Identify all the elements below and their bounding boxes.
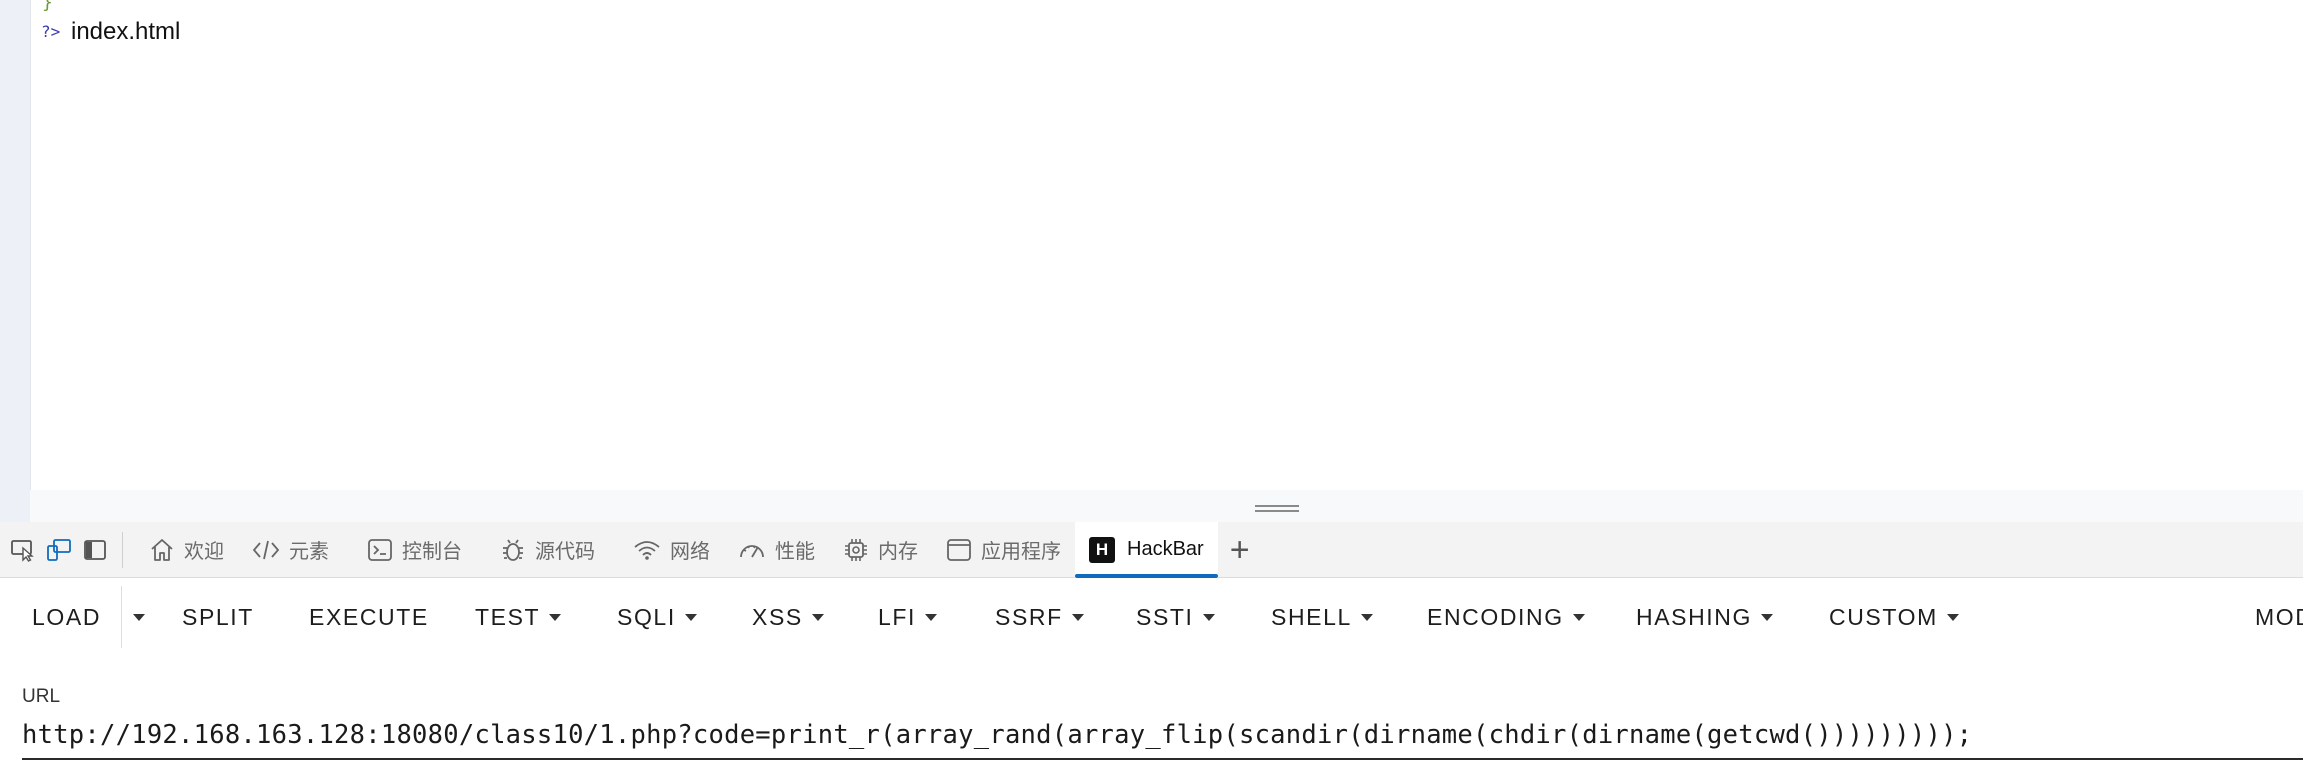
bug-icon xyxy=(500,537,526,563)
console-icon xyxy=(367,538,393,562)
load-button[interactable]: LOAD xyxy=(32,580,101,654)
sqli-menu[interactable]: SQLI xyxy=(617,580,697,654)
split-label: SPLIT xyxy=(182,603,254,630)
ssti-label: SSTI xyxy=(1136,603,1194,630)
tab-network[interactable]: 网络 xyxy=(619,522,724,578)
chevron-down-icon xyxy=(549,613,562,621)
page-content: } ?> index.html xyxy=(0,0,2303,522)
custom-menu[interactable]: CUSTOM xyxy=(1829,580,1959,654)
ssti-menu[interactable]: SSTI xyxy=(1136,580,1215,654)
chip-icon xyxy=(843,537,869,563)
chevron-down-icon xyxy=(684,613,697,621)
load-divider xyxy=(121,586,122,648)
test-menu[interactable]: TEST xyxy=(475,580,562,654)
chevron-down-icon xyxy=(133,613,145,621)
tab-elements[interactable]: 元素 xyxy=(238,522,343,578)
test-label: TEST xyxy=(475,603,541,630)
home-icon xyxy=(149,537,175,563)
code-closing-brace: } xyxy=(42,0,53,13)
device-emulation-button[interactable] xyxy=(42,530,76,570)
chevron-down-icon xyxy=(1071,613,1084,621)
url-input[interactable]: http://192.168.163.128:18080/class10/1.p… xyxy=(22,716,2303,760)
dock-side-button[interactable] xyxy=(78,530,112,570)
encoding-label: ENCODING xyxy=(1427,603,1564,630)
ssrf-label: SSRF xyxy=(995,603,1063,630)
tab-label: 欢迎 xyxy=(184,541,224,563)
wifi-icon xyxy=(633,538,661,562)
sqli-label: SQLI xyxy=(617,603,676,630)
tab-label: 元素 xyxy=(289,541,329,563)
hackbar-logo-icon: H xyxy=(1089,536,1115,563)
load-dropdown-button[interactable] xyxy=(126,580,152,654)
execute-button[interactable]: EXECUTE xyxy=(309,580,429,654)
sidebar-panel-icon xyxy=(84,539,106,560)
gauge-icon xyxy=(738,538,766,562)
toolbar-separator xyxy=(122,531,123,568)
hashing-label: HASHING xyxy=(1636,603,1752,630)
shell-label: SHELL xyxy=(1271,603,1352,630)
shell-menu[interactable]: SHELL xyxy=(1271,580,1373,654)
tab-label: 内存 xyxy=(878,541,918,563)
chevron-down-icon xyxy=(925,613,938,621)
tab-hackbar[interactable]: H HackBar xyxy=(1075,521,1218,578)
inspect-element-button[interactable] xyxy=(6,530,40,570)
inspect-cursor-icon xyxy=(11,539,34,562)
chevron-down-icon xyxy=(1360,613,1373,621)
custom-label: CUSTOM xyxy=(1829,603,1938,630)
xss-menu[interactable]: XSS xyxy=(752,580,824,654)
tab-memory[interactable]: 内存 xyxy=(829,522,932,578)
chevron-down-icon xyxy=(811,613,824,621)
window-icon xyxy=(946,537,972,563)
encoding-menu[interactable]: ENCODING xyxy=(1427,580,1585,654)
hashing-menu[interactable]: HASHING xyxy=(1636,580,1773,654)
tab-label: 控制台 xyxy=(402,541,462,563)
add-tab-button[interactable]: + xyxy=(1218,533,1262,567)
chevron-down-icon xyxy=(1572,613,1585,621)
url-label: URL xyxy=(22,686,61,707)
tab-label: HackBar xyxy=(1127,538,1204,560)
mode-menu[interactable]: MOD xyxy=(2255,580,2303,654)
php-close-tag: ?> xyxy=(41,22,61,41)
code-brackets-icon xyxy=(252,538,280,562)
chevron-down-icon xyxy=(1761,613,1773,621)
url-input-value: http://192.168.163.128:18080/class10/1.p… xyxy=(22,720,1973,750)
chevron-down-icon xyxy=(1946,613,1959,621)
chevron-down-icon xyxy=(1202,613,1215,621)
lfi-menu[interactable]: LFI xyxy=(878,580,938,654)
ssrf-menu[interactable]: SSRF xyxy=(995,580,1084,654)
output-text: index.html xyxy=(71,18,181,45)
tab-welcome[interactable]: 欢迎 xyxy=(135,522,238,578)
tab-console[interactable]: 控制台 xyxy=(353,522,476,578)
split-button[interactable]: SPLIT xyxy=(182,580,254,654)
tab-application[interactable]: 应用程序 xyxy=(932,522,1075,578)
execute-label: EXECUTE xyxy=(309,603,429,630)
devtools-resize-handle[interactable] xyxy=(1255,505,1299,513)
lfi-label: LFI xyxy=(878,603,917,630)
tab-label: 应用程序 xyxy=(981,541,1061,563)
tab-performance[interactable]: 性能 xyxy=(724,522,829,578)
tab-label: 网络 xyxy=(670,541,710,563)
hackbar-toolbar: LOAD SPLIT EXECUTE TEST SQLI XSS LFI SSR… xyxy=(0,580,2303,654)
line-gutter xyxy=(0,0,31,522)
mode-label: MOD xyxy=(2255,603,2303,630)
tab-sources[interactable]: 源代码 xyxy=(486,522,609,578)
load-label: LOAD xyxy=(32,603,102,630)
page-bottom-strip xyxy=(30,490,2303,522)
tab-label: 性能 xyxy=(775,541,815,563)
device-icon xyxy=(47,538,71,561)
tab-label: 源代码 xyxy=(535,541,595,563)
xss-label: XSS xyxy=(752,603,803,630)
devtools-tab-bar: 欢迎 元素 控制台 源代码 网络 性能 内存 应用程序 H HackBar + xyxy=(0,521,2303,578)
